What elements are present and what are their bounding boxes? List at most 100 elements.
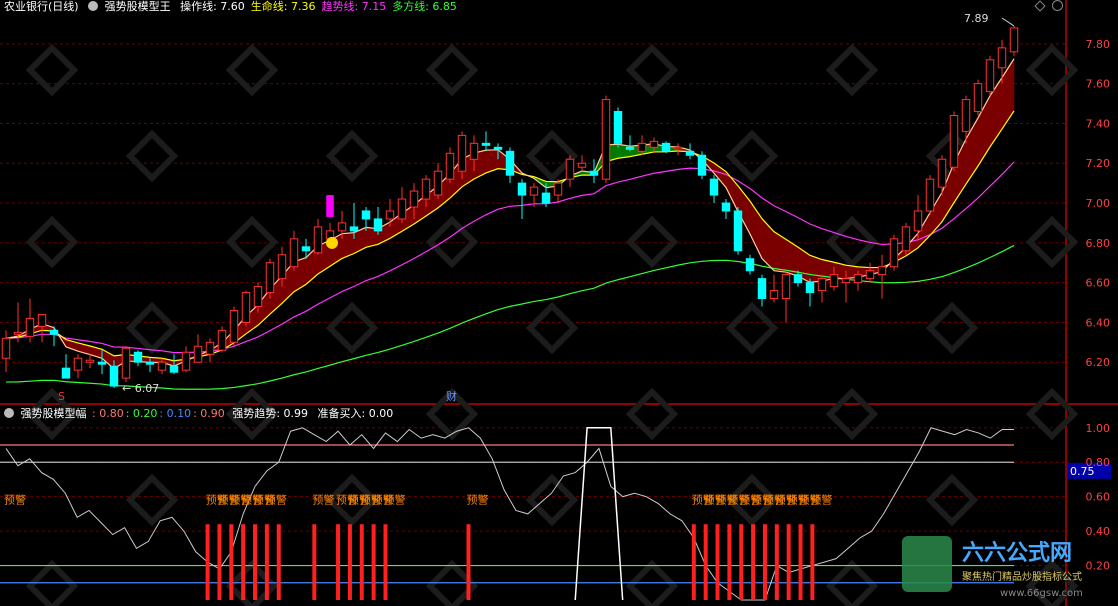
price-tick-label: 6.60	[1086, 277, 1111, 290]
candle-body	[181, 351, 191, 371]
warn-bar	[312, 524, 317, 600]
candle-body	[841, 278, 851, 284]
sub-header: 强势股模型幅 : 0.80: 0.20: 0.10: 0.90 强势趋势: 0.…	[4, 405, 393, 421]
line-label: 操作线	[180, 0, 214, 13]
warn-bar	[359, 524, 364, 600]
candle-body	[409, 190, 419, 208]
watermark-logo-icon	[125, 301, 179, 355]
candle-body	[145, 361, 155, 365]
line-value: : 7.60	[213, 0, 245, 13]
watermark-logo-icon	[625, 215, 679, 269]
candle-body	[649, 140, 659, 148]
candle-body	[541, 192, 551, 204]
candle-body	[61, 367, 71, 379]
candle-body	[685, 150, 695, 156]
candle-body	[349, 226, 359, 232]
indicator-name[interactable]: 强势股模型王	[105, 0, 171, 13]
line-label: 多方线	[392, 0, 426, 13]
watermark-logo-icon	[325, 129, 379, 183]
candle-body	[757, 278, 767, 300]
band-segment	[761, 218, 775, 272]
sub-indicator-toggle-icon[interactable]	[4, 408, 14, 418]
candle-body	[385, 210, 395, 220]
watermark-logo-icon	[1025, 559, 1079, 606]
price-tick-label: 7.80	[1086, 38, 1111, 51]
warn-bar	[703, 524, 708, 600]
candle-body	[25, 317, 35, 337]
candle-body	[913, 210, 923, 232]
watermark-logo-icon	[25, 559, 79, 606]
warn-label: 预警	[466, 493, 488, 507]
candle-body	[781, 274, 791, 300]
stock-name[interactable]: 农业银行(日线)	[4, 0, 79, 13]
warn-bar	[253, 524, 258, 600]
watermark-logo-icon	[925, 473, 979, 527]
candle-body	[457, 134, 467, 172]
candle-body	[49, 329, 59, 335]
line-label: 生命线	[250, 0, 284, 13]
candle-body	[577, 162, 587, 168]
line-label: 趋势线	[321, 0, 355, 13]
candle-body	[901, 226, 911, 252]
candle-body	[877, 266, 887, 276]
candle-body	[313, 226, 323, 254]
warn-bar	[336, 524, 341, 600]
marker-cai: 财	[446, 389, 457, 403]
brand-url: www.66gsw.com	[1000, 588, 1083, 599]
watermark-logo-icon	[125, 473, 179, 527]
candle-body	[529, 186, 539, 196]
candle-body	[73, 357, 83, 371]
warn-bar	[739, 524, 744, 600]
watermark-logo-icon	[325, 301, 379, 355]
price-tick-label: 7.60	[1086, 78, 1111, 91]
warn-bar	[466, 524, 471, 600]
line-value: : 7.15	[354, 0, 387, 13]
warn-bar	[264, 524, 269, 600]
candle-body	[949, 114, 959, 168]
watermark-logo-icon	[125, 129, 179, 183]
trend-label: 强势趋势	[232, 407, 277, 420]
sub-indicator-name[interactable]: 强势股模型幅	[21, 407, 87, 420]
price-tick-label: 6.20	[1086, 356, 1111, 369]
price-tick-label: 7.20	[1086, 157, 1111, 170]
sub-value: : 0.80	[92, 407, 124, 420]
candle-body	[805, 282, 815, 294]
price-tick-label: 6.40	[1086, 316, 1111, 329]
candle-body	[121, 347, 131, 379]
brand-logo-icon	[902, 536, 952, 592]
indicator-toggle-icon[interactable]	[88, 1, 99, 11]
circle-icon[interactable]	[1052, 0, 1063, 11]
candle-body	[481, 142, 491, 146]
candle-body	[829, 274, 839, 288]
warn-bar	[691, 524, 696, 600]
watermark-logo-icon	[925, 301, 979, 355]
candle-body	[1, 337, 11, 359]
watermark-logo-icon	[625, 559, 679, 606]
warn-bar	[205, 524, 210, 600]
warn-bar	[810, 524, 815, 600]
candle-body	[97, 361, 107, 365]
watermark-logo-icon	[425, 215, 479, 269]
candle-body	[505, 150, 515, 176]
candle-body	[109, 365, 119, 387]
price-tick-label: 7.40	[1086, 117, 1111, 130]
warn-bar	[383, 524, 388, 600]
candle-body	[433, 170, 443, 196]
candle-body	[397, 198, 407, 220]
candle-body	[169, 365, 179, 373]
candle-body	[865, 270, 875, 280]
watermark-logo-icon	[25, 215, 79, 269]
annotations: 7.89 ← 6.07 S 财六六公式网聚焦热门精品炒股指标公式 www.66gsw.c…	[58, 12, 1083, 599]
candle-body	[697, 154, 707, 176]
watermark-logo-icon	[725, 129, 779, 183]
candle-body	[133, 351, 143, 363]
warn-bar	[347, 524, 352, 600]
candle-body	[277, 254, 287, 280]
warn-bar	[217, 524, 222, 600]
warn-bar	[371, 524, 376, 600]
candle-body	[265, 262, 275, 294]
candle-body	[1009, 27, 1019, 53]
candle-body	[301, 246, 311, 252]
warn-bar	[751, 524, 756, 600]
candle-body	[253, 286, 263, 307]
